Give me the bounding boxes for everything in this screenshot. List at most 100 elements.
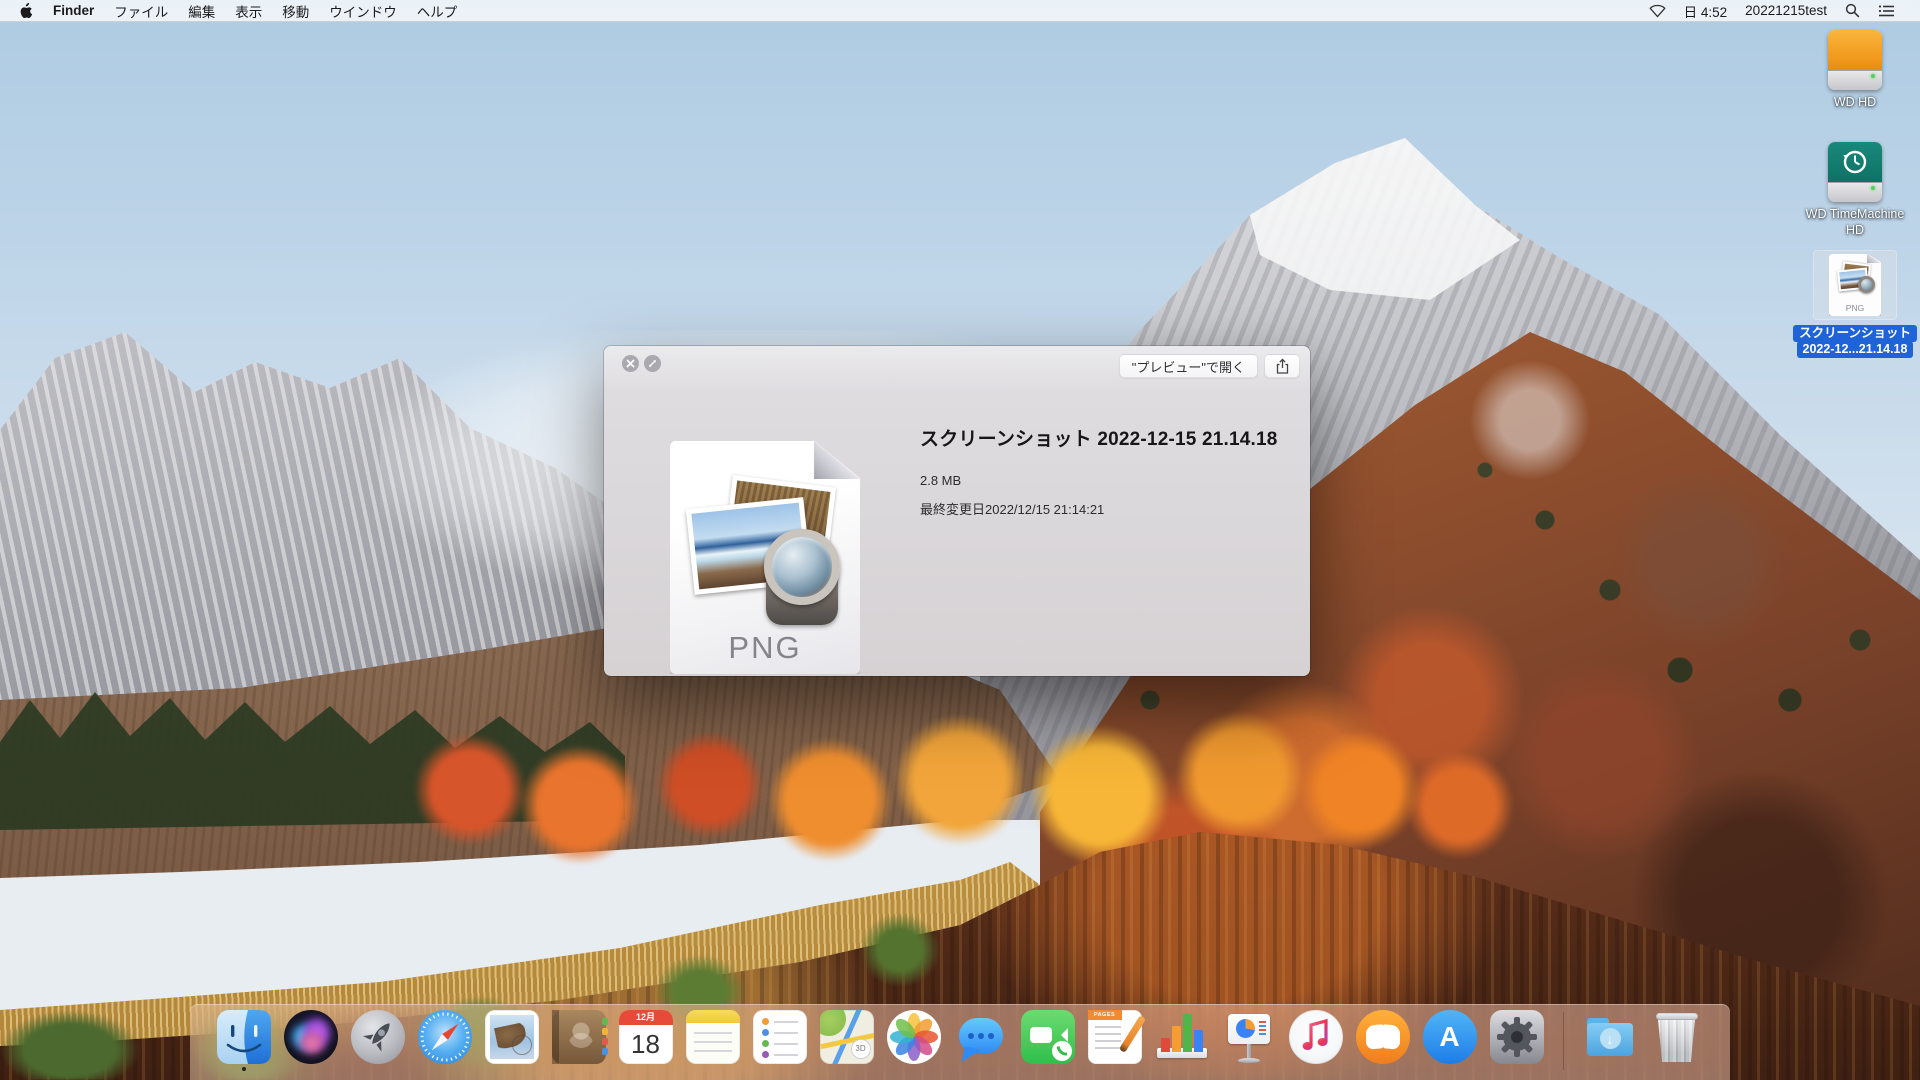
menu-bar: Finder ファイル 編集 表示 移動 ウインドウ ヘルプ 日 4:52 20… [0, 0, 1920, 22]
dock-item-maps[interactable]: 3D [819, 1010, 874, 1072]
safari-icon [417, 1010, 472, 1064]
ibooks-icon [1355, 1010, 1410, 1064]
drive-led [1871, 74, 1875, 78]
drive-top [1828, 142, 1882, 182]
loupe-icon [760, 529, 844, 625]
menu-item-finder[interactable]: Finder [43, 0, 104, 21]
dock-item-reminders[interactable] [752, 1010, 807, 1072]
png-badge: PNG [1845, 303, 1865, 313]
dock-item-keynote[interactable] [1222, 1010, 1276, 1072]
dock-item-contacts[interactable] [551, 1010, 608, 1072]
desktop-icon-label: WD HD [1833, 95, 1877, 109]
spotlight-search[interactable] [1836, 0, 1869, 21]
quick-look-window: "プレビュー"で開く PNG スクリーンショット 2022-12-15 21.1… [604, 346, 1310, 676]
launchpad-icon [350, 1010, 405, 1064]
label-line-1: WD TimeMachine [1805, 207, 1905, 221]
dock-separator [1562, 1012, 1564, 1070]
finder-icon [216, 1010, 271, 1064]
dock-item-photos[interactable] [886, 1010, 941, 1072]
dock-item-system-preferences[interactable] [1489, 1010, 1544, 1072]
drive-top [1828, 30, 1882, 70]
contacts-icon [551, 1010, 608, 1064]
dock-item-numbers[interactable] [1155, 1010, 1209, 1072]
page-curl [1867, 254, 1881, 263]
label-line-2: HD [1845, 223, 1865, 237]
window-titlebar[interactable]: "プレビュー"で開く [604, 346, 1310, 382]
menu-item-edit[interactable]: 編集 [178, 0, 225, 21]
dock-item-facetime[interactable] [1020, 1010, 1075, 1072]
itunes-icon [1288, 1010, 1343, 1064]
app-store-icon: A [1422, 1010, 1477, 1064]
dock: 12月 18 3D PAGES A ↓ [190, 1004, 1730, 1080]
dock-item-pages[interactable]: PAGES [1087, 1010, 1146, 1072]
label-line-2: 2022-12...21.14.18 [1796, 341, 1914, 358]
dock-item-appstore[interactable]: A [1422, 1010, 1477, 1072]
dock-item-notes[interactable] [685, 1010, 740, 1072]
download-arrow-icon: ↓ [1599, 1028, 1621, 1049]
photos-icon [886, 1010, 941, 1064]
time-machine-icon [1843, 150, 1867, 173]
open-with-preview-button[interactable]: "プレビュー"で開く [1118, 354, 1258, 378]
menu-item-help[interactable]: ヘルプ [407, 0, 468, 21]
label-line-1: スクリーンショット [1793, 325, 1917, 342]
external-drive-orange-icon [1828, 30, 1882, 90]
system-preferences-icon [1489, 1010, 1544, 1064]
numbers-icon [1155, 1010, 1209, 1064]
desktop-icon-wd-hd[interactable]: WD HD [1795, 30, 1915, 110]
file-size: 2.8 MB [920, 473, 962, 488]
drive-bottom [1828, 69, 1882, 90]
file-title: スクリーンショット 2022-12-15 21.14.18 [920, 429, 1278, 450]
menu-item-view[interactable]: 表示 [225, 0, 272, 21]
loupe-icon [1858, 276, 1875, 293]
dock-item-downloads[interactable]: ↓ [1583, 1010, 1637, 1072]
calendar-month: 12月 [618, 1010, 673, 1025]
close-icon [626, 359, 635, 368]
username-text: 20221215test [1745, 3, 1827, 18]
dock-item-finder[interactable] [216, 1010, 271, 1072]
app-store-letter: A [1439, 1021, 1460, 1052]
share-icon [1276, 358, 1288, 374]
clock-text: 日 4:52 [1683, 4, 1728, 20]
quick-look-body: PNG スクリーンショット 2022-12-15 21.14.18 2.8 MB… [604, 382, 1310, 676]
menu-clock[interactable]: 日 4:52 [1675, 0, 1737, 21]
menu-item-file[interactable]: ファイル [104, 0, 178, 21]
dock-item-launchpad[interactable] [350, 1010, 405, 1072]
dock-item-ibooks[interactable] [1355, 1010, 1410, 1072]
downloads-folder-icon: ↓ [1583, 1010, 1637, 1064]
apple-menu[interactable] [18, 0, 43, 21]
search-icon [1845, 3, 1860, 18]
menu-item-go[interactable]: 移動 [272, 0, 319, 21]
dock-item-trash[interactable] [1650, 1010, 1704, 1072]
desktop-icon-wd-timemachine-hd[interactable]: WD TimeMachine HD [1795, 142, 1915, 238]
dock-item-siri[interactable] [283, 1010, 338, 1072]
dock-item-mail[interactable] [484, 1010, 539, 1072]
running-indicator [241, 1067, 246, 1071]
messages-icon [954, 1010, 1008, 1066]
desktop-icon-screenshot-png[interactable]: PNG スクリーンショット 2022-12...21.14.18 [1793, 250, 1917, 358]
facetime-icon [1020, 1010, 1075, 1064]
notification-list-icon [1878, 5, 1894, 17]
close-button[interactable] [622, 355, 639, 372]
wifi-icon [1649, 4, 1666, 18]
dock-item-messages[interactable] [954, 1010, 1008, 1072]
menu-item-window[interactable]: ウインドウ [319, 0, 407, 21]
gear-icon [1496, 1017, 1537, 1057]
apple-icon [20, 2, 33, 18]
desktop-screen: Finder ファイル 編集 表示 移動 ウインドウ ヘルプ 日 4:52 20… [0, 0, 1920, 1080]
selected-icon-label: スクリーンショット 2022-12...21.14.18 [1793, 325, 1917, 358]
fullscreen-button[interactable] [644, 355, 661, 372]
dock-item-itunes[interactable] [1288, 1010, 1343, 1072]
wifi-status[interactable] [1640, 0, 1675, 21]
share-button[interactable] [1264, 354, 1300, 378]
maps-icon: 3D [819, 1010, 874, 1064]
png-preview-icon: PNG [670, 441, 860, 674]
drive-led [1871, 186, 1875, 190]
user-menu[interactable]: 20221215test [1736, 0, 1836, 21]
dock-item-safari[interactable] [417, 1010, 472, 1072]
png-file-icon: PNG [1829, 254, 1881, 316]
pages-banner: PAGES [1087, 1010, 1122, 1020]
keynote-icon [1222, 1010, 1276, 1064]
dock-item-calendar[interactable]: 12月 18 [618, 1010, 673, 1072]
file-modified-date: 最終変更日2022/12/15 21:14:21 [920, 502, 1105, 517]
notification-center[interactable] [1869, 0, 1904, 21]
